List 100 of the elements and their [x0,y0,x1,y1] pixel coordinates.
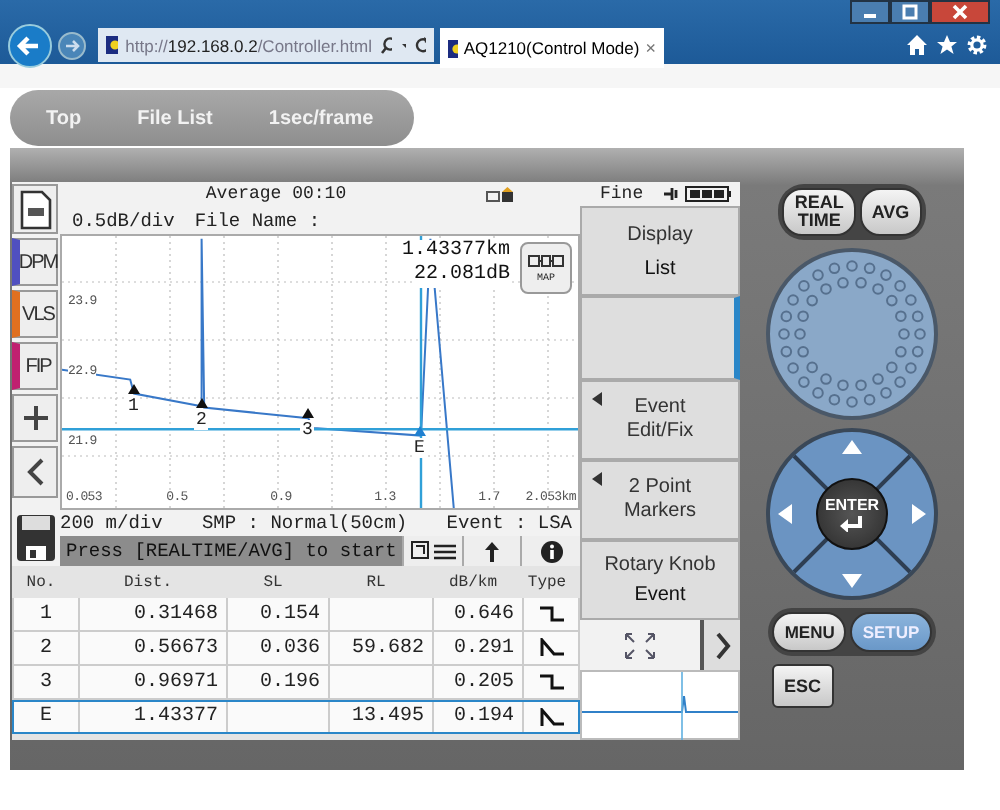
step-event-icon [538,672,566,692]
column-header: Type [525,571,569,595]
reflective-event-icon [538,707,566,727]
list-view-button[interactable] [402,536,462,566]
back-icon[interactable] [8,23,52,67]
menu-item-title: Display [627,223,693,245]
marker-label: 1 [126,396,141,416]
tab-close-button[interactable]: × [645,38,656,58]
column-header: SL [261,571,285,595]
close-button[interactable] [930,0,990,24]
plus-icon [23,406,47,430]
return-icon [840,516,864,532]
hard-key[interactable]: AVG [859,188,922,236]
event-row[interactable]: 1 0.31468 0.154 0.646 [12,598,580,632]
up-button[interactable] [461,536,521,566]
event-row[interactable]: E 1.43377 13.495 0.194 [12,700,580,734]
info-button[interactable] [520,536,581,566]
refresh-icon[interactable] [414,36,427,54]
menu-item-value: List [644,257,676,279]
settings-icon[interactable] [966,34,988,56]
side-tab[interactable]: DPM [12,238,58,286]
distance-readout: 1.43377km [401,240,510,264]
step-event-icon [538,604,566,624]
site-icon [448,39,458,57]
file-name-label: File Name : [194,209,321,231]
event-row[interactable]: 3 0.96971 0.196 0.205 [12,666,580,700]
table-cell: 1.43377 [80,702,228,732]
reflective-event-icon [538,638,566,658]
table-cell: 0.194 [434,702,524,732]
column-header: RL [364,571,388,595]
table-cell: 0.291 [434,632,524,664]
table-cell: 0.196 [228,666,330,698]
loss-readout: 22.081dB [413,264,510,288]
browser-tab[interactable]: AQ1210(Control Mode) × [440,28,664,68]
table-cell: 0.96971 [80,666,228,698]
triangle-left-icon [592,392,602,406]
status-text: SMP : Normal(50cm) [201,512,408,534]
plus-button[interactable] [12,394,58,442]
search-icon[interactable] [379,36,392,54]
menu-item[interactable]: Rotary Knob Event [580,540,740,620]
prompt-message: Press [REALTIME/AVG] to start [60,536,403,566]
column-header: No. [24,571,58,595]
table-cell: 0.036 [228,632,330,664]
table-cell: 1 [14,598,80,630]
table-cell: 0.31468 [80,598,228,630]
rotary-knob[interactable] [766,248,938,420]
chevron-left-icon [25,458,45,486]
measure-mode-text: Average 00:10 [205,184,347,204]
expand-icon [624,631,656,659]
marker-label: 3 [300,420,315,440]
home-icon[interactable] [906,34,928,56]
quality-text: Fine [600,184,644,204]
sor-file-icon[interactable] [12,510,60,566]
side-tab[interactable]: FIP [12,342,58,390]
submenu-label: 2 Point Markers [623,476,697,524]
column-header: dB/km [446,571,499,595]
status-text: 200 m/div [60,512,163,534]
status-text: Event : LSA [446,512,572,534]
marker-label: 2 [194,410,209,430]
esc-button[interactable]: ESC [772,664,834,708]
close-icon [950,4,970,20]
marker-label: E [412,438,427,458]
table-cell: 0.646 [434,598,524,630]
table-cell: E [14,702,80,732]
list-icon [409,539,458,563]
chevron-right-icon [713,631,731,659]
table-cell: 59.682 [330,632,434,664]
file-button[interactable] [12,184,58,234]
hard-key[interactable]: MENU [772,612,847,652]
table-cell: 2 [14,632,80,664]
star-icon[interactable] [936,34,958,56]
next-button[interactable] [700,620,740,670]
forward-icon[interactable] [58,31,86,59]
submenu-item[interactable]: Event Edit/Fix [580,380,740,460]
address-field[interactable]: http://192.168.0.2/Controller.html [98,28,434,62]
direction-pad[interactable]: ENTER [766,428,938,600]
table-cell: 0.154 [228,598,330,630]
tab-title: AQ1210(Control Mode) [463,38,640,58]
side-tab[interactable]: VLS [12,290,58,338]
menu-item[interactable] [580,296,740,380]
scale-text: 0.5dB/div [72,209,175,231]
table-cell: 0.56673 [80,632,228,664]
status-icon [486,186,515,202]
table-cell: 0.205 [434,666,524,698]
submenu-item[interactable]: 2 Point Markers [580,460,740,540]
minimize-button[interactable] [850,0,890,24]
menu-item-value: Event [634,584,686,606]
submenu-label: Event Edit/Fix [626,396,694,444]
hard-key[interactable]: REAL TIME [782,188,856,236]
info-icon [539,539,564,563]
battery-icon [664,186,732,202]
collapse-button[interactable] [12,446,58,498]
site-icon [106,36,118,54]
file-icon [17,189,53,229]
menu-item[interactable]: Display List [580,206,740,296]
event-row[interactable]: 2 0.56673 0.036 59.682 0.291 [12,632,580,666]
maximize-button[interactable] [890,0,930,24]
maximize-icon [900,4,920,20]
table-cell: 13.495 [330,702,434,732]
menu-item-title: Rotary Knob [604,554,716,576]
